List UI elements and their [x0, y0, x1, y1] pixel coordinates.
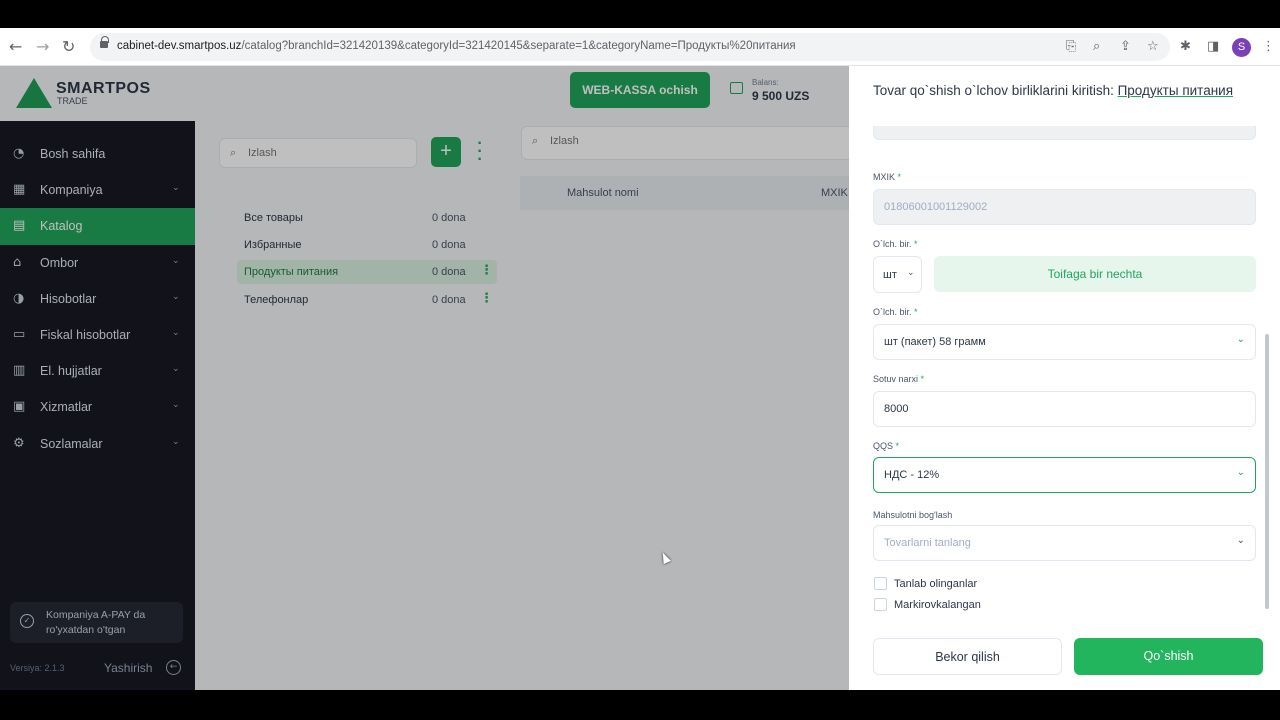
mxik-label: MXIK *	[873, 172, 902, 182]
unit-label: O`lch. bir. *	[873, 239, 918, 249]
unit-select[interactable]: шт ⌄	[873, 256, 922, 293]
url-text[interactable]: cabinet-dev.smartpos.uz/catalog?branchId…	[117, 40, 796, 52]
reload-icon[interactable]: ↻	[62, 37, 75, 57]
unit-package-select[interactable]: шт (пакет) 58 грамм ⌄	[873, 324, 1256, 360]
browser-toolbar: ← → ↻ cabinet-dev.smartpos.uz/catalog?br…	[0, 28, 1280, 66]
sidepanel-icon[interactable]: ◨	[1207, 39, 1219, 55]
marking-checkbox[interactable]	[874, 598, 887, 611]
link-product-label: Mahsulotni bog'lash	[873, 510, 953, 520]
chevron-down-icon: ⌄	[907, 268, 915, 278]
add-product-drawer: Tovar qo`shish o`lchov birliklarini kiri…	[849, 66, 1280, 690]
category-multiple-button[interactable]: Toifaga bir nechta	[934, 256, 1256, 292]
chevron-down-icon: ⌄	[1236, 535, 1245, 546]
barcode-field[interactable]: 4611160377552	[873, 126, 1256, 140]
modal-overlay[interactable]	[0, 66, 849, 690]
app: SMARTPOS TRADE ◔ Bosh sahifa ▦ Kompaniya ⌄ ▤ K…	[0, 66, 1280, 690]
marking-checkbox-label[interactable]: Markirovkalangan	[894, 599, 981, 611]
selected-checkbox-label[interactable]: Tanlab olinganlar	[894, 578, 977, 590]
extensions-icon[interactable]: ✱	[1180, 39, 1191, 55]
share-icon[interactable]: ⇪	[1120, 39, 1131, 55]
back-icon[interactable]: ←	[9, 37, 22, 57]
selected-checkbox[interactable]	[874, 577, 887, 590]
chevron-down-icon: ⌄	[1236, 467, 1245, 478]
menu-icon[interactable]: ⋮	[1262, 39, 1275, 55]
add-button[interactable]: Qo`shish	[1074, 638, 1263, 675]
star-icon[interactable]: ☆	[1147, 39, 1159, 55]
lock-icon[interactable]	[100, 36, 109, 50]
drawer-scrollbar[interactable]	[1265, 334, 1269, 609]
drawer-form: 4611160377552 MXIK * 01806001001129002 O…	[849, 126, 1280, 616]
chevron-down-icon: ⌄	[1236, 334, 1245, 345]
link-product-select[interactable]: Tovarlarni tanlang ⌄	[873, 525, 1256, 561]
price-input[interactable]: 8000	[873, 391, 1256, 427]
zoom-icon[interactable]: ⌕	[1093, 39, 1100, 55]
vat-label: QQS *	[873, 441, 900, 451]
address-bar[interactable]: cabinet-dev.smartpos.uz/catalog?branchId…	[90, 33, 1170, 61]
translate-icon[interactable]: ⎘	[1066, 39, 1076, 55]
profile-avatar[interactable]: S	[1232, 38, 1251, 57]
forward-icon[interactable]: →	[36, 37, 49, 57]
cancel-button[interactable]: Bekor qilish	[873, 638, 1062, 675]
price-label: Sotuv narxi *	[873, 374, 925, 384]
mxik-field[interactable]: 01806001001129002	[873, 189, 1256, 225]
vat-select[interactable]: НДС - 12% ⌄	[873, 457, 1256, 493]
category-link[interactable]: Продукты питания	[1118, 83, 1233, 98]
drawer-title: Tovar qo`shish o`lchov birliklarini kiri…	[873, 83, 1234, 98]
browser-window: ← → ↻ cabinet-dev.smartpos.uz/catalog?br…	[0, 28, 1280, 690]
unit2-label: O`lch. bir. *	[873, 307, 918, 317]
